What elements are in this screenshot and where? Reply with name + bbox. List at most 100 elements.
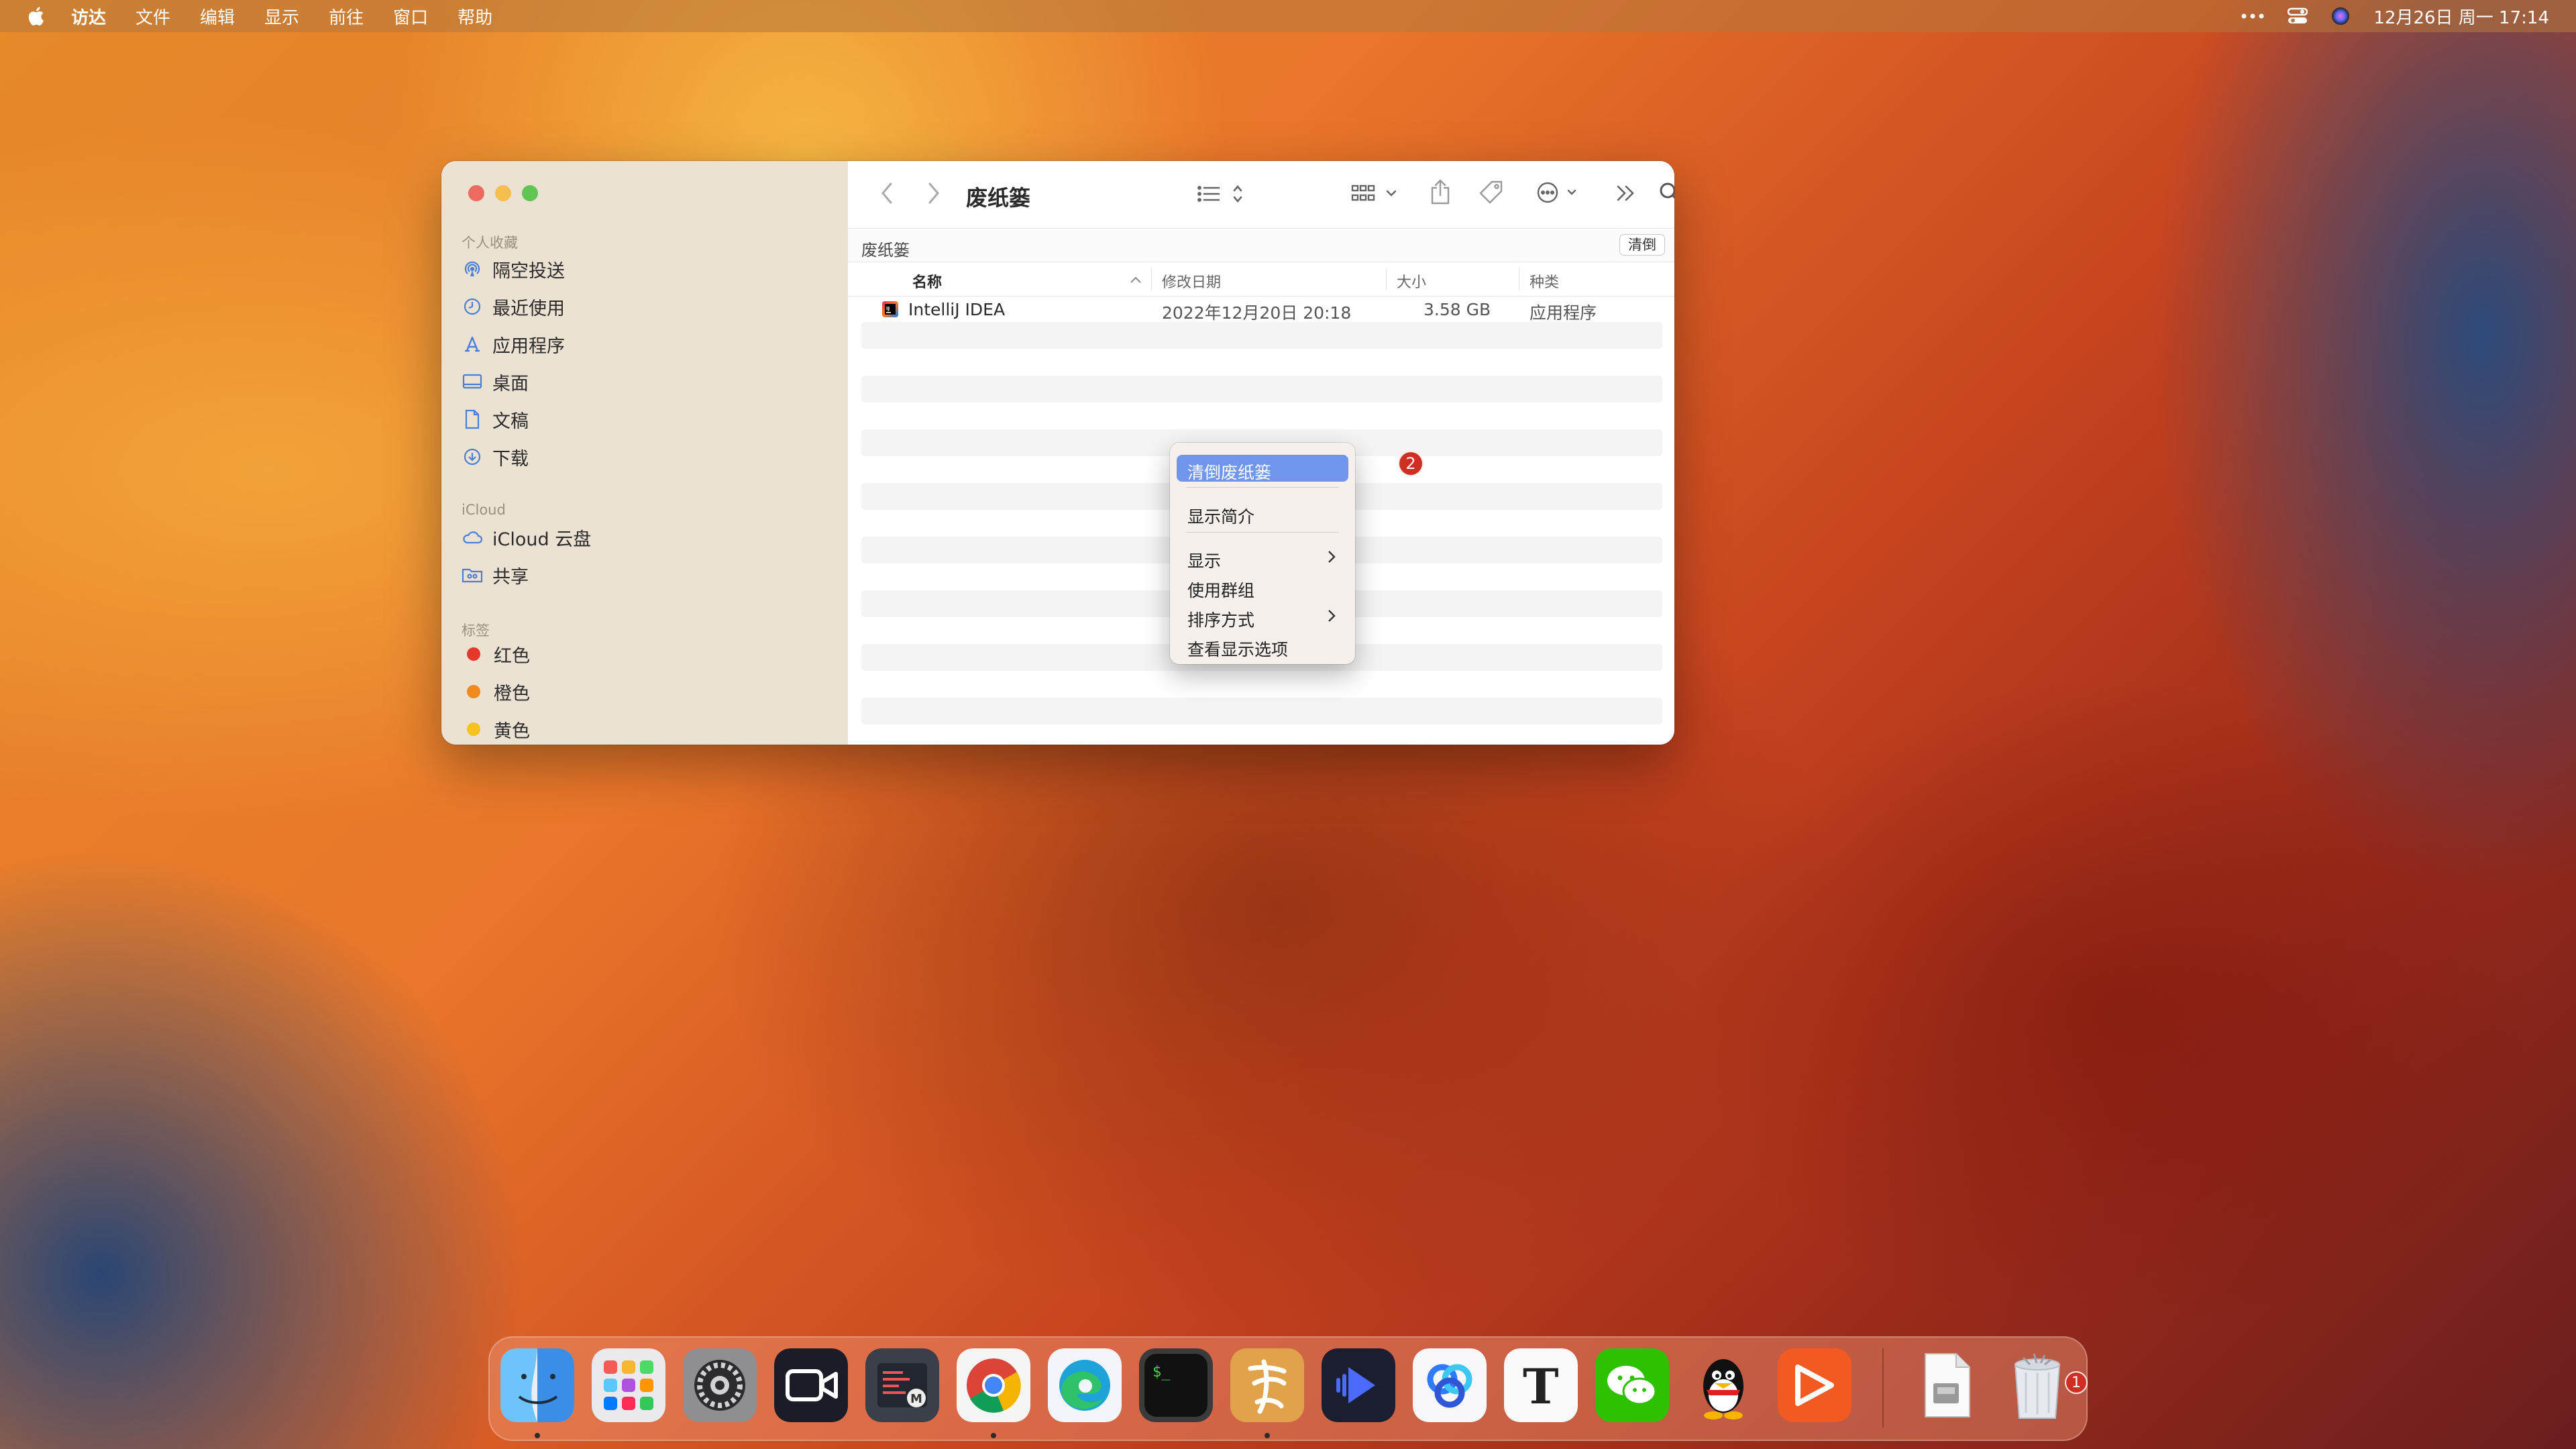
sidebar-tag-orange[interactable]: 橙色 — [462, 675, 530, 708]
group-icon[interactable] — [1351, 184, 1402, 204]
launchpad-icon[interactable] — [592, 1348, 665, 1422]
column-kind[interactable]: 种类 — [1529, 270, 1559, 292]
sidebar-item-label: 共享 — [492, 566, 529, 588]
sidebar-item-applications[interactable]: 应用程序 — [462, 327, 565, 361]
empty-row — [861, 322, 1662, 349]
column-name[interactable]: 名称 — [912, 270, 942, 292]
airdrop-icon — [462, 258, 483, 280]
system-settings-icon[interactable] — [683, 1348, 757, 1422]
file-kind: 应用程序 — [1529, 303, 1597, 323]
tag-color-dot — [467, 722, 480, 736]
qq-icon[interactable] — [1686, 1348, 1760, 1422]
window-title: 废纸篓 — [966, 185, 1031, 211]
share-icon[interactable] — [1429, 178, 1452, 205]
sidebar-item-label: 最近使用 — [492, 298, 565, 319]
minimize-button[interactable] — [495, 185, 511, 201]
menu-window[interactable]: 窗口 — [393, 4, 428, 29]
sidebar-item-label: 黄色 — [494, 720, 530, 742]
intellij-app-icon: IJ — [882, 301, 898, 317]
clock-icon — [462, 296, 483, 317]
chevron-right-icon — [1328, 610, 1336, 622]
baidu-netdisk-icon[interactable] — [1413, 1348, 1487, 1422]
sidebar-item-label: 隔空投送 — [492, 260, 565, 282]
sort-ascending-icon[interactable] — [1130, 276, 1142, 284]
step-badge: 2 — [1398, 451, 1424, 476]
sidebar-item-recents[interactable]: 最近使用 — [462, 290, 565, 323]
table-row[interactable]: IJ IntelliJ IDEA 2022年12月20日 20:18 3.58 … — [861, 295, 1662, 323]
finder-sidebar: 个人收藏 隔空投送 最近使用 应用程序 桌面 文稿 下载 iCloud iClo… — [441, 161, 849, 745]
sidebar-item-icloud-drive[interactable]: iCloud 云盘 — [462, 521, 591, 554]
more-icon[interactable] — [2241, 13, 2265, 19]
trash-header-bar: 废纸篓 清倒 — [848, 228, 1674, 262]
sidebar-item-label: 下载 — [492, 448, 529, 470]
chevron-right-icon — [1328, 551, 1336, 563]
infuse-icon[interactable] — [1322, 1348, 1395, 1422]
more-actions-icon[interactable] — [1536, 181, 1583, 204]
bbedit-icon[interactable]: M — [865, 1348, 939, 1422]
sidebar-section-favorites: 个人收藏 — [462, 235, 518, 251]
menu-item-empty-trash[interactable]: 清倒废纸篓 — [1177, 455, 1348, 482]
apple-icon[interactable] — [25, 5, 48, 28]
shared-folder-icon — [462, 564, 483, 586]
wechat-icon[interactable] — [1595, 1348, 1669, 1422]
menu-view[interactable]: 显示 — [264, 4, 299, 29]
presentation-app-icon[interactable] — [1778, 1348, 1851, 1422]
tag-icon[interactable] — [1479, 180, 1504, 205]
menu-item-get-info[interactable]: 显示简介 — [1177, 499, 1348, 527]
applications-icon — [462, 333, 483, 355]
sidebar-item-desktop[interactable]: 桌面 — [462, 365, 529, 398]
menu-item-show[interactable]: 显示 — [1177, 543, 1348, 571]
menu-bar: 访达 文件 编辑 显示 前往 窗口 帮助 12月26日 周一 17:14 — [0, 0, 2576, 32]
sidebar-item-downloads[interactable]: 下载 — [462, 440, 529, 474]
sidebar-tag-red[interactable]: 红色 — [462, 637, 530, 671]
sidebar-item-label: iCloud 云盘 — [492, 529, 592, 550]
file-icon[interactable] — [1909, 1348, 1983, 1422]
svg-text:IJ: IJ — [886, 306, 890, 311]
siri-icon[interactable] — [2330, 6, 2351, 26]
edge-icon[interactable] — [1048, 1348, 1122, 1422]
sidebar-item-documents[interactable]: 文稿 — [462, 402, 529, 436]
forward-icon[interactable] — [927, 181, 941, 205]
menu-app-name[interactable]: 访达 — [71, 4, 106, 29]
sidebar-item-label: 红色 — [494, 645, 530, 667]
finder-icon[interactable] — [500, 1348, 574, 1422]
document-icon — [462, 409, 483, 430]
zoom-button[interactable] — [522, 185, 538, 201]
search-icon[interactable] — [1658, 181, 1674, 204]
typora-icon[interactable]: T — [1504, 1348, 1578, 1422]
menu-item-sort-by[interactable]: 排序方式 — [1177, 602, 1348, 630]
trash-label: 废纸篓 — [861, 241, 910, 260]
menu-clock[interactable]: 12月26日 周一 17:14 — [2373, 4, 2549, 29]
empty-row — [861, 349, 1662, 376]
file-size: 3.58 GB — [1424, 300, 1491, 319]
menu-file[interactable]: 文件 — [136, 4, 170, 29]
back-icon[interactable] — [880, 181, 894, 205]
control-center-icon[interactable] — [2288, 7, 2308, 25]
trash-icon[interactable] — [2000, 1348, 2074, 1422]
menu-go[interactable]: 前往 — [329, 4, 364, 29]
sidebar-item-label: 文稿 — [492, 411, 529, 432]
menu-edit[interactable]: 编辑 — [200, 4, 235, 29]
chrome-icon[interactable] — [957, 1348, 1030, 1422]
empty-row — [861, 376, 1662, 402]
column-size[interactable]: 大小 — [1397, 270, 1426, 292]
sidebar-item-airdrop[interactable]: 隔空投送 — [462, 252, 565, 286]
menu-help[interactable]: 帮助 — [458, 4, 492, 29]
terminal-icon[interactable]: $_ — [1139, 1348, 1213, 1422]
empty-row — [861, 698, 1662, 724]
facetime-icon[interactable] — [774, 1348, 848, 1422]
toolbar-overflow-icon[interactable] — [1615, 184, 1637, 203]
cloud-icon — [462, 527, 483, 548]
menu-item-view-options[interactable]: 查看显示选项 — [1177, 632, 1348, 659]
column-header: 名称 修改日期 大小 种类 — [848, 262, 1674, 297]
sidebar-tag-yellow[interactable]: 黄色 — [462, 712, 530, 745]
file-date: 2022年12月20日 20:18 — [1162, 303, 1352, 323]
dock-divider — [1882, 1348, 1884, 1428]
list-view-icon[interactable] — [1197, 184, 1244, 204]
column-date[interactable]: 修改日期 — [1162, 270, 1221, 292]
calligraphy-app-icon[interactable] — [1230, 1348, 1304, 1422]
empty-trash-button[interactable]: 清倒 — [1619, 234, 1665, 256]
close-button[interactable] — [468, 185, 484, 201]
sidebar-item-shared[interactable]: 共享 — [462, 558, 529, 592]
menu-item-use-groups[interactable]: 使用群组 — [1177, 573, 1348, 600]
